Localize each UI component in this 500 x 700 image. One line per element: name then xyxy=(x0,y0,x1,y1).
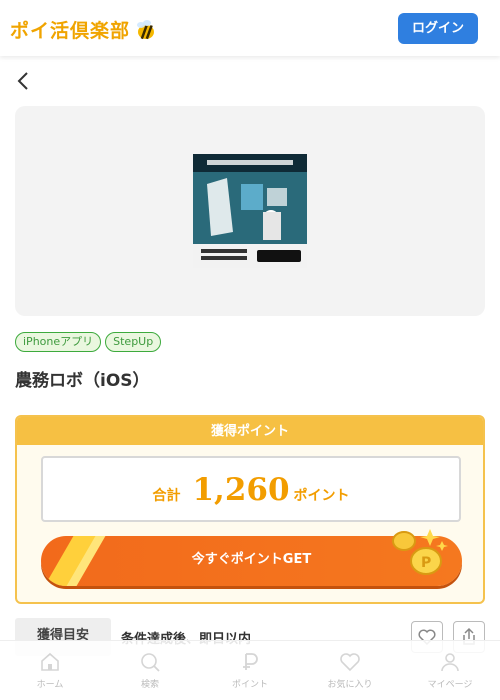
points-header: 獲得ポイント xyxy=(17,417,483,445)
points-total: 合計 1,260 ポイント xyxy=(41,456,461,522)
home-icon xyxy=(41,652,59,671)
logo[interactable]: ポイ活倶楽部 xyxy=(10,16,156,43)
nav-point-label: ポイント xyxy=(231,680,268,690)
nav-point[interactable]: ポイント xyxy=(200,641,300,700)
app-banner-image xyxy=(193,154,307,268)
nav-favorite-label: お気に入り xyxy=(327,680,373,690)
bottom-nav: ホーム 検索 ポイント お気に入り マイページ xyxy=(0,640,500,700)
nav-search[interactable]: 検索 xyxy=(100,641,200,700)
tag-stepup[interactable]: StepUp xyxy=(105,332,162,352)
search-icon xyxy=(141,653,160,672)
heart-icon xyxy=(340,653,360,672)
total-unit: ポイント xyxy=(293,488,350,504)
nav-mypage[interactable]: マイページ xyxy=(400,641,500,700)
total-value: 1,260 xyxy=(192,472,290,508)
nav-home[interactable]: ホーム xyxy=(0,641,100,700)
svg-text:P: P xyxy=(421,555,431,571)
total-label: 合計 xyxy=(152,488,181,504)
back-arrow-icon[interactable] xyxy=(14,70,34,92)
login-button[interactable]: ログイン xyxy=(398,13,478,44)
tag-iphone-app[interactable]: iPhoneアプリ xyxy=(15,332,102,352)
tag-list: iPhoneアプリ StepUp xyxy=(15,332,162,352)
bee-icon xyxy=(137,19,155,39)
logo-text: ポイ活倶楽部 xyxy=(10,20,131,42)
coins-icon: P xyxy=(392,529,448,575)
nav-mypage-label: マイページ xyxy=(427,680,473,690)
nav-home-label: ホーム xyxy=(36,680,64,690)
app-banner xyxy=(15,106,485,316)
user-icon xyxy=(441,653,459,672)
header: ポイ活倶楽部 ログイン xyxy=(0,0,500,56)
nav-search-label: 検索 xyxy=(140,680,159,690)
point-icon xyxy=(243,653,258,670)
nav-favorite[interactable]: お気に入り xyxy=(300,641,400,700)
page-title: 農務ロボ（iOS） xyxy=(15,371,150,391)
